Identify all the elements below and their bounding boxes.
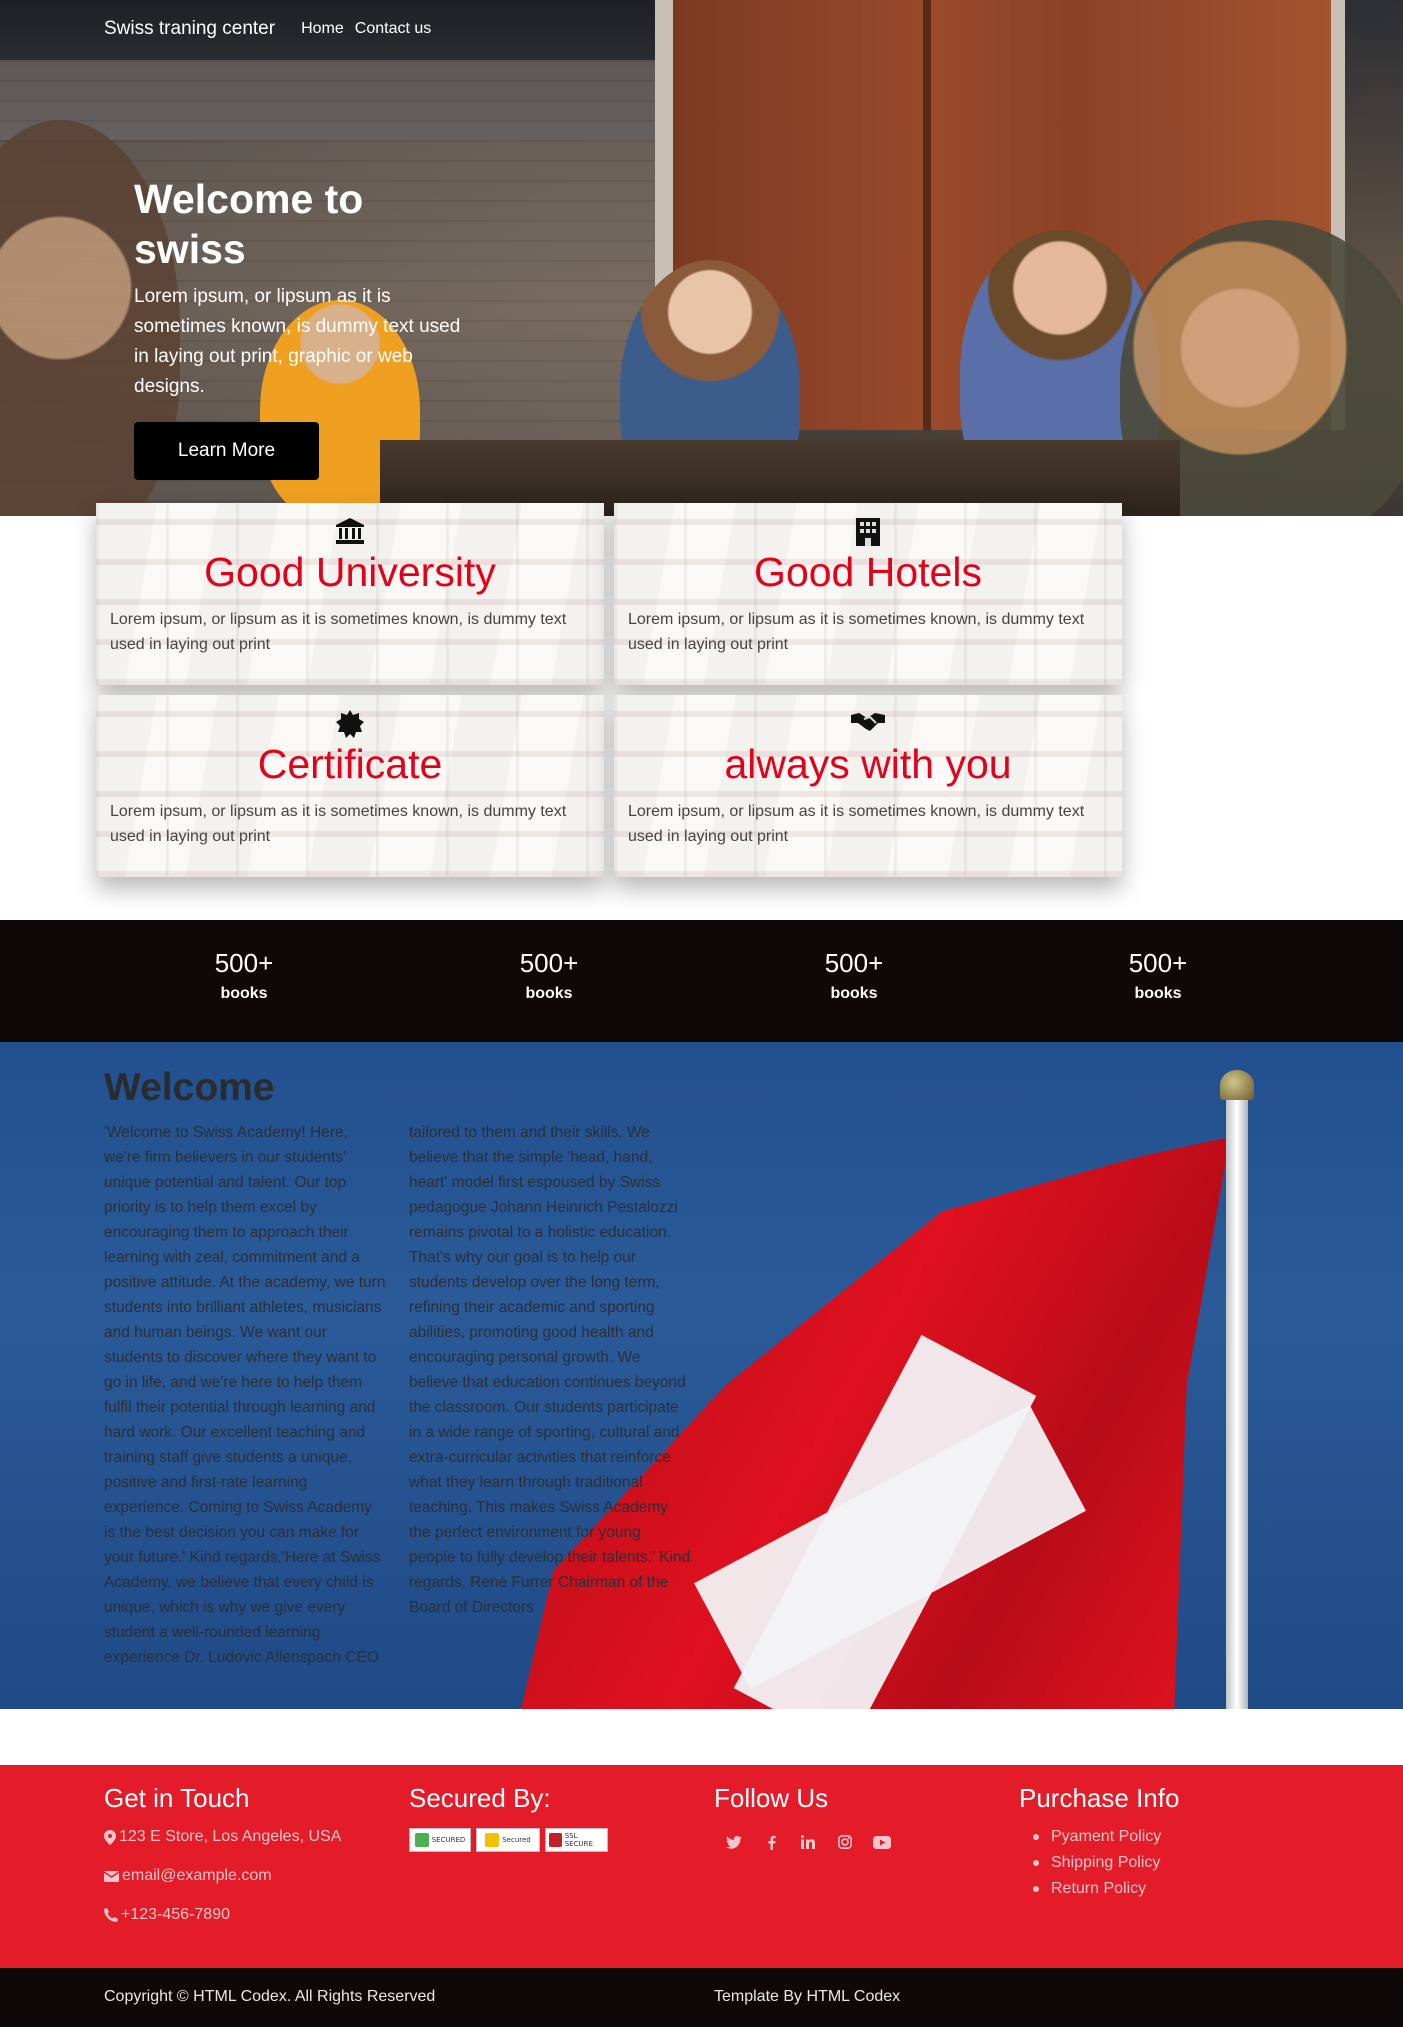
card-description: Lorem ipsum, or lipsum as it is sometime… bbox=[110, 611, 567, 653]
university-icon bbox=[96, 517, 604, 552]
welcome-text-column: tailored to them and their skills. We be… bbox=[409, 1124, 691, 1616]
phone-icon bbox=[104, 1908, 118, 1922]
ssl-seal-badge: SSL SECURE bbox=[545, 1828, 608, 1852]
stat-value: 500+ bbox=[214, 948, 274, 978]
welcome-title: Welcome bbox=[104, 1066, 275, 1109]
stats-band: 500+ books 500+ books 500+ books 500+ bo… bbox=[0, 920, 1403, 1042]
feature-card-university: Good University Lorem ipsum, or lipsum a… bbox=[96, 503, 604, 685]
top-navbar: Swiss traning center Home Contact us bbox=[104, 0, 442, 58]
footer-heading: Secured By: bbox=[409, 1783, 551, 1813]
instagram-icon[interactable] bbox=[831, 1828, 859, 1856]
map-marker-icon bbox=[104, 1829, 116, 1845]
linkedin-icon[interactable] bbox=[794, 1828, 822, 1856]
card-description: Lorem ipsum, or lipsum as it is sometime… bbox=[628, 803, 1085, 845]
hero-text: Welcome to swiss Lorem ipsum, or lipsum … bbox=[134, 174, 464, 480]
welcome-text-column: 'Welcome to Swiss Academy! Here, we're f… bbox=[104, 1124, 386, 1666]
handshake-icon bbox=[614, 709, 1122, 740]
stat-item: 500+ books bbox=[144, 948, 344, 1003]
stat-label: books bbox=[220, 985, 268, 1002]
footer-purchase: Purchase Info Pyament Policy Shipping Po… bbox=[1019, 1783, 1309, 1906]
card-title: always with you bbox=[724, 741, 1012, 787]
footer-address: 123 E Store, Los Angeles, USA bbox=[104, 1828, 394, 1846]
hero-subtitle: Lorem ipsum, or lipsum as it is sometime… bbox=[134, 286, 461, 397]
copyright-text: Copyright © HTML Codex. All Rights Reser… bbox=[104, 1988, 436, 2005]
template-credit-link[interactable]: Template By HTML Codex bbox=[714, 1988, 900, 2006]
stat-item: 500+ books bbox=[754, 948, 954, 1003]
stat-value: 500+ bbox=[519, 948, 579, 978]
footer: Get in Touch 123 E Store, Los Angeles, U… bbox=[0, 1765, 1403, 1968]
stat-label: books bbox=[525, 985, 573, 1002]
footer-phone[interactable]: +123-456-7890 bbox=[104, 1906, 394, 1924]
card-description: Lorem ipsum, or lipsum as it is sometime… bbox=[110, 803, 567, 845]
security-seals: SECURED Secured SSL SECURE bbox=[409, 1828, 699, 1852]
flag-pole-finial bbox=[1220, 1070, 1254, 1100]
stat-value: 500+ bbox=[824, 948, 884, 978]
stat-label: books bbox=[1134, 985, 1182, 1002]
address-text: 123 E Store, Los Angeles, USA bbox=[119, 1828, 342, 1845]
card-title: Good University bbox=[204, 549, 496, 595]
copyright-bar: Copyright © HTML Codex. All Rights Reser… bbox=[0, 1968, 1403, 2027]
footer-heading: Purchase Info bbox=[1019, 1783, 1180, 1813]
footer-email[interactable]: email@example.com bbox=[104, 1867, 394, 1885]
twitter-icon[interactable] bbox=[720, 1828, 748, 1856]
envelope-icon bbox=[104, 1870, 119, 1882]
hero-title: Welcome to swiss bbox=[134, 176, 364, 272]
stat-item: 500+ books bbox=[1058, 948, 1258, 1003]
nav-contact-link[interactable]: Contact us bbox=[355, 20, 431, 38]
card-description: Lorem ipsum, or lipsum as it is sometime… bbox=[628, 611, 1085, 653]
learn-more-button[interactable]: Learn More bbox=[134, 422, 319, 480]
feature-card-support: always with you Lorem ipsum, or lipsum a… bbox=[614, 695, 1122, 877]
footer-secured: Secured By: SECURED Secured SSL SECURE bbox=[409, 1783, 699, 1852]
email-text: email@example.com bbox=[122, 1867, 272, 1884]
payment-policy-link[interactable]: Pyament Policy bbox=[1033, 1828, 1309, 1846]
return-policy-link[interactable]: Return Policy bbox=[1033, 1880, 1309, 1898]
phone-text: +123-456-7890 bbox=[121, 1906, 230, 1923]
footer-follow: Follow Us bbox=[714, 1783, 1004, 1856]
feature-card-hotels: Good Hotels Lorem ipsum, or lipsum as it… bbox=[614, 503, 1122, 685]
youtube-icon[interactable] bbox=[868, 1828, 896, 1856]
stat-value: 500+ bbox=[1128, 948, 1188, 978]
welcome-section: Welcome 'Welcome to Swiss Academy! Here,… bbox=[0, 1042, 1403, 1709]
hero-section: Swiss traning center Home Contact us Wel… bbox=[0, 0, 1403, 516]
card-title: Certificate bbox=[257, 741, 443, 787]
facebook-icon[interactable] bbox=[757, 1828, 785, 1856]
footer-heading: Get in Touch bbox=[104, 1783, 250, 1813]
stat-item: 500+ books bbox=[449, 948, 649, 1003]
nav-home-link[interactable]: Home bbox=[301, 20, 344, 38]
purchase-links: Pyament Policy Shipping Policy Return Po… bbox=[1019, 1828, 1309, 1898]
card-title: Good Hotels bbox=[754, 549, 982, 595]
shipping-policy-link[interactable]: Shipping Policy bbox=[1033, 1854, 1309, 1872]
stat-label: books bbox=[830, 985, 878, 1002]
security-seal-badge: SECURED bbox=[409, 1828, 471, 1852]
footer-heading: Follow Us bbox=[714, 1783, 829, 1813]
social-links bbox=[714, 1828, 1004, 1856]
feature-card-certificate: Certificate Lorem ipsum, or lipsum as it… bbox=[96, 695, 604, 877]
footer-contact: Get in Touch 123 E Store, Los Angeles, U… bbox=[104, 1783, 394, 1945]
flag-pole bbox=[1226, 1087, 1248, 1709]
brand-logo[interactable]: Swiss traning center bbox=[104, 18, 275, 40]
security-seal-badge: Secured bbox=[476, 1828, 540, 1852]
